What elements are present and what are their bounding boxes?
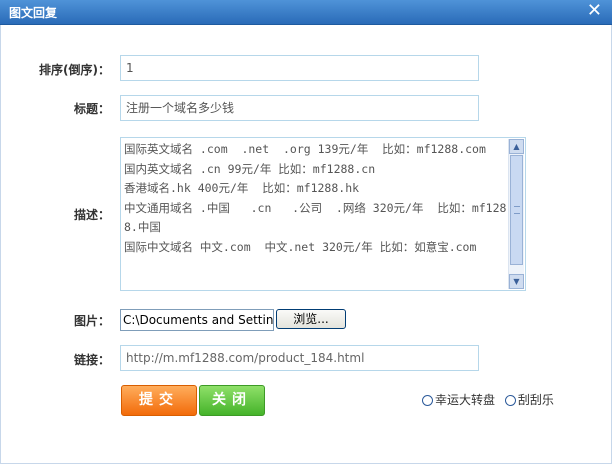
description-scrollbar[interactable]: ▲ ▼ bbox=[508, 139, 524, 289]
image-file-input[interactable]: C:\Documents and Settings bbox=[120, 309, 274, 331]
close-button[interactable]: 关闭 bbox=[199, 385, 265, 416]
grip-icon bbox=[514, 206, 520, 214]
radio-label: 刮刮乐 bbox=[517, 393, 554, 407]
dialog-title: 图文回复 bbox=[9, 6, 58, 20]
image-label: 图片： bbox=[73, 314, 110, 328]
description-label: 描述： bbox=[73, 208, 110, 222]
scroll-down-icon[interactable]: ▼ bbox=[509, 274, 524, 289]
radio-lucky-wheel[interactable]: 幸运大转盘 bbox=[422, 391, 495, 408]
link-input[interactable]: http://m.mf1288.com/product_184.html bbox=[120, 345, 479, 371]
radio-scratch-card[interactable]: 刮刮乐 bbox=[504, 391, 554, 408]
scrollbar-thumb[interactable] bbox=[510, 155, 523, 265]
scroll-up-icon[interactable]: ▲ bbox=[509, 139, 524, 154]
title-input[interactable]: 注册一个域名多少钱 bbox=[120, 95, 479, 121]
description-line: 香港域名.hk 400元/年 比如：mf1288.hk bbox=[124, 181, 360, 195]
link-label: 链接： bbox=[73, 353, 110, 367]
order-input[interactable]: 1 bbox=[120, 55, 479, 81]
radio-group: 幸运大转盘 刮刮乐 bbox=[422, 391, 560, 408]
radio-icon[interactable] bbox=[422, 395, 433, 406]
description-content: 国际英文域名 .com .net .org 139元/年 比如：mf1288.c… bbox=[124, 140, 507, 288]
browse-button[interactable]: 浏览... bbox=[276, 309, 346, 329]
description-line: 国际中文域名 中文.com 中文.net 320元/年 比如：如意宝.com bbox=[124, 239, 477, 254]
dialog-titlebar: 图文回复 ✕ bbox=[0, 0, 612, 25]
order-label: 排序(倒序)： bbox=[39, 63, 110, 77]
radio-label: 幸运大转盘 bbox=[435, 393, 496, 407]
close-icon[interactable]: ✕ bbox=[587, 1, 602, 21]
description-line: 国际英文域名 .com .net .org 139元/年 比如：mf1288.c… bbox=[124, 142, 486, 156]
submit-button[interactable]: 提交 bbox=[121, 385, 197, 416]
description-line: 国内英文域名 .cn 99元/年 比如：mf1288.cn bbox=[124, 161, 376, 176]
radio-icon[interactable] bbox=[504, 395, 516, 406]
title-label: 标题： bbox=[73, 102, 110, 116]
description-line: 中文通用域名 .中国 .cn .公司 .网络 320元/年 比如：mf1288.… bbox=[124, 200, 507, 235]
description-textarea[interactable]: 国际英文域名 .com .net .org 139元/年 比如：mf1288.c… bbox=[120, 137, 526, 291]
